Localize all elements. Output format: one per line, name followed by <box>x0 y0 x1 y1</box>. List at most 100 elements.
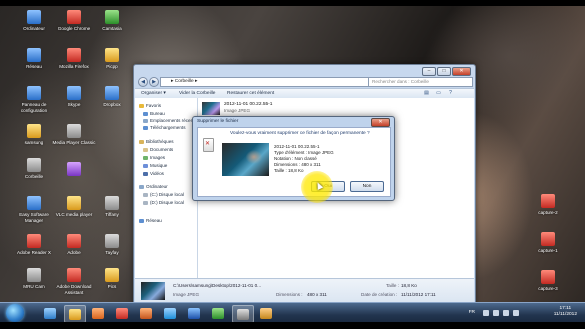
tray-arrow-icon[interactable] <box>483 310 489 316</box>
images-icon <box>143 155 148 160</box>
nav-network[interactable]: Réseau <box>139 218 162 224</box>
computer-icon <box>27 10 41 24</box>
camtasia-icon <box>212 307 224 319</box>
nav-recent-places[interactable]: Emplacements récents <box>143 118 197 124</box>
details-path: C:\Users\samsung\Desktop\2012-11-01 0... <box>173 283 262 288</box>
desktop-icon-capture-1[interactable]: capture-1 <box>526 232 570 254</box>
window-controls: – □ ✕ <box>422 67 471 76</box>
nav-music[interactable]: Musique <box>143 163 167 169</box>
nav-drive-c[interactable]: (C:) Disque local <box>143 192 184 198</box>
desktop-icon-computer[interactable]: Ordinateur <box>12 10 56 32</box>
network-icon <box>139 218 144 223</box>
desktop-icon-easy-software[interactable]: Easy Software Manager <box>12 196 56 223</box>
navigation-pane: Favoris Bureau Emplacements récents Télé… <box>135 98 198 278</box>
nav-favorites[interactable]: Favoris <box>139 103 161 109</box>
nav-documents[interactable]: Documents <box>143 147 173 153</box>
recent-places-icon <box>143 118 148 123</box>
nav-desktop[interactable]: Bureau <box>143 111 165 117</box>
adobe-reader-icon <box>27 234 41 248</box>
desktop-icon-adobe-reader[interactable]: Adobe Reader X <box>12 234 56 256</box>
picpp-icon <box>105 48 119 62</box>
search-input[interactable]: Rechercher dans : Corbeille <box>368 77 473 87</box>
empty-recycle-bin-button[interactable]: Vider la Corbeille <box>179 90 215 97</box>
no-button[interactable]: Non <box>350 181 384 192</box>
restore-item-button[interactable]: Restaurer cet élément <box>227 90 274 97</box>
maximize-button[interactable]: □ <box>437 67 451 76</box>
music-icon <box>143 163 148 168</box>
user-folder-icon <box>27 124 41 138</box>
tray-volume-icon[interactable] <box>513 310 519 316</box>
nav-drive-d[interactable]: (D:) Disque local <box>143 200 184 206</box>
taskbar-media[interactable] <box>88 305 108 321</box>
desktop-icon-tiffany[interactable]: Tiffany <box>90 196 134 218</box>
image-file-icon <box>105 234 119 248</box>
nav-computer[interactable]: Ordinateur <box>139 184 168 190</box>
shortcut-icon <box>67 162 81 176</box>
desktop-icon-camtasia[interactable]: Camtasia <box>90 10 134 32</box>
address-row: ◀ ▶ ▸ Corbeille ▸ Rechercher dans : Corb… <box>138 77 473 87</box>
dialog-close-button[interactable]: ✕ <box>371 118 390 127</box>
preview-pane-icon[interactable]: ▭ <box>435 90 442 96</box>
start-button[interactable] <box>6 304 24 322</box>
details-dimensions-label: Dimensions : <box>276 292 303 297</box>
desktop-icon-tayfay[interactable]: Tayfay <box>90 234 134 256</box>
dialog-file-type: Type d'élément : Image JPEG <box>274 150 334 155</box>
control-panel-icon <box>27 86 41 100</box>
taskbar-chrome[interactable] <box>112 305 132 321</box>
taskbar-recorder[interactable] <box>232 305 254 323</box>
dialog-file-rating: Notation : Non classé <box>274 156 317 161</box>
recycle-bin-icon <box>203 138 214 152</box>
chrome-icon <box>67 10 81 24</box>
clock[interactable]: 17:11 11/11/2012 <box>554 306 577 318</box>
back-button[interactable]: ◀ <box>138 77 148 87</box>
minimize-button[interactable]: – <box>422 67 436 76</box>
taskbar-explorer[interactable] <box>64 305 86 323</box>
desktop-icon-mru-cam[interactable]: MRU Cam <box>12 268 56 290</box>
taskbar-firefox[interactable] <box>136 305 156 321</box>
dialog-file-name: 2012-11-01 00.22.55-1 <box>274 144 320 149</box>
folder-icon <box>69 308 81 320</box>
organize-button[interactable]: Organiser ▾ <box>141 90 166 97</box>
capture-file-icon <box>541 232 555 246</box>
taskbar-app[interactable] <box>256 305 276 321</box>
taskbar-camtasia[interactable] <box>208 305 228 321</box>
desktop-icon-pics[interactable]: Pics <box>90 268 134 290</box>
file-name: 2012-11-01 00.22.55-1 <box>224 102 273 107</box>
nav-downloads[interactable]: Téléchargements <box>143 125 186 131</box>
network-icon <box>27 48 41 62</box>
computer-icon <box>139 184 144 189</box>
desktop-icon-shortcut[interactable] <box>52 162 96 178</box>
taskbar: FR 17:11 11/11/2012 <box>0 302 585 323</box>
help-icon[interactable]: ? <box>447 90 454 96</box>
nav-images[interactable]: Images <box>143 155 165 161</box>
close-button[interactable]: ✕ <box>452 67 471 76</box>
address-bar[interactable]: ▸ Corbeille ▸ <box>160 77 372 87</box>
skype-icon <box>164 307 176 319</box>
dialog-file-size: Taille : 18,8 Ko <box>274 168 304 173</box>
forward-button[interactable]: ▶ <box>149 77 159 87</box>
desktop-icon-control-panel[interactable]: Panneau de configuration <box>12 86 56 113</box>
clock-date: 11/11/2012 <box>553 312 577 317</box>
adobe-download-icon <box>67 268 81 282</box>
firefox-icon <box>67 48 81 62</box>
desktop-icon-network[interactable]: Réseau <box>12 48 56 70</box>
desktop-icon-dropbox[interactable]: Dropbox <box>90 86 134 108</box>
desktop-icon-media-player[interactable]: Media Player Classic <box>52 124 96 146</box>
desktop-icon-capture-2[interactable]: capture-2 <box>526 194 570 216</box>
desktop-icon-samsung[interactable]: samsung <box>12 124 56 146</box>
taskbar-photoshop[interactable] <box>184 305 204 321</box>
desktop-icon-capture-3[interactable]: capture-3 <box>526 270 570 292</box>
tray-battery-icon[interactable] <box>503 310 509 316</box>
details-date: 11/11/2012 17:11 <box>401 292 436 297</box>
taskbar-ie[interactable] <box>40 305 60 321</box>
recorder-icon <box>237 308 249 320</box>
taskbar-skype[interactable] <box>160 305 180 321</box>
language-indicator[interactable]: FR <box>469 310 475 315</box>
nav-videos[interactable]: Vidéos <box>143 171 164 177</box>
desktop-icon-recycle-bin[interactable]: Corbeille <box>12 158 56 180</box>
tray-network-icon[interactable] <box>493 310 499 316</box>
list-item[interactable]: 2012-11-01 00.22.55-1 Image JPEG <box>202 102 352 116</box>
nav-libraries[interactable]: Bibliothèques <box>139 139 174 145</box>
view-options-icon[interactable]: ▤ <box>423 90 430 96</box>
desktop-icon-picpp[interactable]: Picpp <box>90 48 134 70</box>
